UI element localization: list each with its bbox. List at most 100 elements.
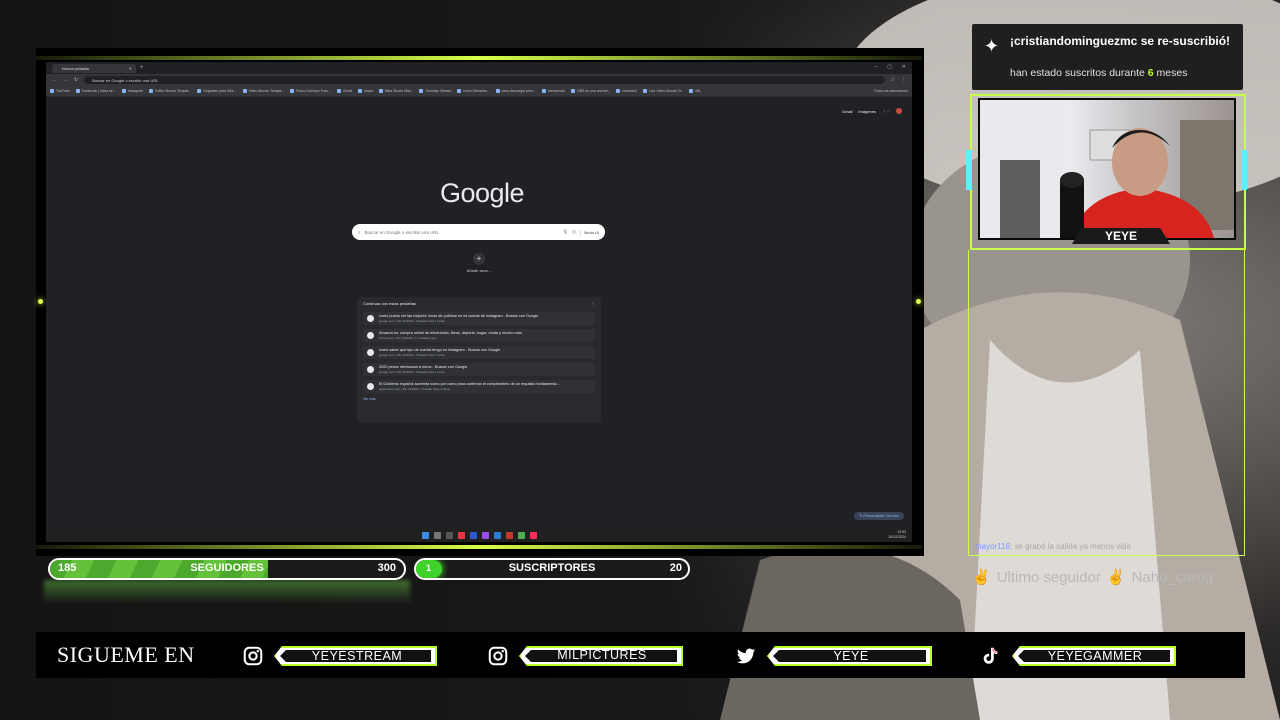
bookmark-item[interactable]: bienvenido [541, 89, 565, 93]
all-bookmarks-link[interactable]: Todos los marcadores [874, 89, 908, 93]
journey-item[interactable]: como puedo ver las mejores horas de publ… [363, 312, 595, 325]
taskbar-app-icon[interactable] [469, 531, 477, 539]
close-tab-icon[interactable]: ✕ [129, 66, 132, 71]
bookmark-item[interactable]: MIL [689, 89, 701, 93]
bookmark-item[interactable]: Overlays Stream [419, 89, 451, 93]
bookmark-item[interactable]: OBS es una una teh.. [570, 89, 610, 93]
minimize-icon[interactable]: – [874, 64, 877, 70]
bookmark-item[interactable]: Video Mundo Templa... [242, 89, 285, 93]
search-input[interactable]: ⌕ Buscar en Google o escribir una URL 🎙 … [352, 224, 605, 240]
site-favicon-icon [367, 349, 374, 356]
bookmark-item[interactable]: Editor Mundo Templa... [149, 89, 191, 93]
more-icon[interactable]: ⋮ [591, 301, 595, 306]
back-icon[interactable]: ← [52, 77, 57, 83]
journeys-title: Continuar con estas pestañas [363, 301, 416, 306]
bookmark-item[interactable]: Gmail [336, 89, 352, 93]
bookmark-label: Video Mundo Templa... [248, 89, 285, 93]
sparkle-icon: ✦ [984, 36, 1000, 56]
bookmark-favicon-icon [357, 89, 362, 93]
last-follower: ✌ Ultimo seguidor ✌ Nahu_carug [972, 568, 1213, 587]
images-link[interactable]: Imágenes [858, 109, 876, 114]
journey-item[interactable]: 3200 pesos mexicanos a euros - Buscar co… [363, 363, 595, 376]
bookmark-favicon-icon [570, 89, 575, 93]
bookmark-label: Live Video Mundo Te.. [648, 89, 684, 93]
bookmark-label: bienvenido [547, 89, 565, 93]
bookmark-favicon-icon [75, 89, 80, 93]
followers-goal: 300 [377, 562, 396, 574]
bookmark-item[interactable]: Ungesten para Stre... [197, 89, 237, 93]
tiktok-icon[interactable] [980, 645, 1002, 667]
bookmark-item[interactable]: Mapa [357, 89, 373, 93]
instagram-icon[interactable] [487, 645, 509, 667]
instagram-icon[interactable] [242, 645, 264, 667]
lens-icon[interactable]: ◎ [572, 229, 576, 235]
taskbar-app-icon[interactable] [529, 531, 537, 539]
menu-icon[interactable]: ⋮ [901, 77, 906, 83]
close-window-icon[interactable]: ✕ [902, 64, 906, 70]
bookmark-favicon-icon [121, 89, 126, 93]
omnibox-text: Buscar en Google o escribir una URL [92, 77, 159, 83]
bookmark-item[interactable]: Live Video Mundo Te.. [642, 89, 684, 93]
alert-sub-suffix: meses [1156, 67, 1188, 79]
followers-goal-bar: 185 SEGUIDORES 300 [48, 558, 406, 580]
star-icon[interactable]: ☆ [891, 77, 895, 83]
gmail-link[interactable]: Gmail [842, 109, 852, 114]
chat-message: mayor116: se grabó la salida ya menos vi… [975, 542, 1131, 551]
webcam-name-tag: YEYE [1072, 228, 1170, 244]
twitter-icon[interactable] [735, 645, 757, 667]
glow-dot-right [916, 299, 921, 304]
glow-dot-left [38, 299, 43, 304]
bookmark-favicon-icon [541, 89, 546, 93]
customize-chrome-button[interactable]: ✎ Personalizar Chrome [854, 512, 904, 520]
task-view-icon[interactable] [445, 531, 453, 539]
heart-hands-icon: ✌ [1106, 569, 1126, 586]
journey-meta: google.com • Dic 19/2024 • Visitado hace… [379, 370, 445, 374]
omnibox[interactable]: Buscar en Google o escribir una URL [84, 76, 885, 84]
bookmark-label: Instagram [127, 89, 144, 93]
top-links: Gmail Imágenes ⋮⋮ [842, 108, 902, 114]
bookmark-item[interactable]: YouTube [50, 89, 70, 93]
bookmark-item[interactable]: Facebook | Inicia se... [75, 89, 116, 93]
bookmark-label: nombres! [622, 89, 637, 93]
search-icon: ⌕ [358, 229, 361, 235]
heart-hands-icon: ✌ [972, 569, 991, 586]
chrome-icon[interactable] [517, 531, 525, 539]
taskbar-search-icon[interactable] [433, 531, 441, 539]
avatar[interactable] [896, 108, 902, 114]
bookmark-item[interactable]: para descargar pres... [495, 89, 536, 93]
journey-item[interactable]: como saber que tipo de cuenta tengo en i… [363, 346, 595, 359]
journey-item[interactable]: El Gobierno español aumenta como por com… [363, 380, 595, 393]
site-favicon-icon [367, 315, 374, 322]
browser-window: Nueva pestaña ✕ + – ▢ ✕ ← → ↻ Buscar en G… [46, 62, 912, 528]
taskbar-app-icon[interactable] [505, 531, 513, 539]
bookmark-item[interactable]: Fotos Overlays Fran... [290, 89, 331, 93]
start-icon[interactable] [421, 531, 429, 539]
tab-title: Nueva pestaña [62, 65, 89, 71]
alert-sub-prefix: han estado suscritos durante [1010, 67, 1145, 79]
social-handle-yeyestream: YEYESTREAM [311, 649, 403, 663]
bookmark-item[interactable]: nombres! [616, 89, 637, 93]
new-tab-page: Gmail Imágenes ⋮⋮ Google ⌕ Buscar en Goo… [46, 97, 912, 528]
new-tab-icon[interactable]: + [140, 65, 144, 71]
bookmark-item[interactable]: Mika Studio Nba... [378, 89, 413, 93]
bookmark-label: Mapa [363, 89, 373, 93]
see-more-link[interactable]: Ver más [363, 397, 595, 401]
tab-new-tab[interactable]: Nueva pestaña ✕ [52, 63, 136, 73]
mic-icon[interactable]: 🎙 [562, 229, 568, 235]
ai-mode-button[interactable]: Modo IA [580, 229, 599, 235]
add-shortcut-button[interactable]: + Añadir acce... [464, 253, 494, 273]
apps-icon[interactable]: ⋮⋮ [882, 109, 890, 114]
taskbar-app-icon[interactable] [457, 531, 465, 539]
webcam-accent-left [966, 150, 972, 190]
bookmarks-bar: YouTube Facebook | Inicia se... Instagram E… [46, 86, 912, 97]
journey-item[interactable]: Amazon.es: compra online de electrónica,… [363, 329, 595, 342]
bookmark-item[interactable]: Instagram [121, 89, 144, 93]
subs-goal: 20 [669, 562, 682, 574]
forward-icon[interactable]: → [63, 77, 68, 83]
maximize-icon[interactable]: ▢ [887, 64, 892, 70]
taskbar-app-icon[interactable] [493, 531, 501, 539]
bookmark-item[interactable]: Inicio Streamer... [457, 89, 490, 93]
reload-icon[interactable]: ↻ [74, 77, 78, 83]
taskbar-app-icon[interactable] [481, 531, 489, 539]
bookmark-favicon-icon [197, 89, 202, 93]
